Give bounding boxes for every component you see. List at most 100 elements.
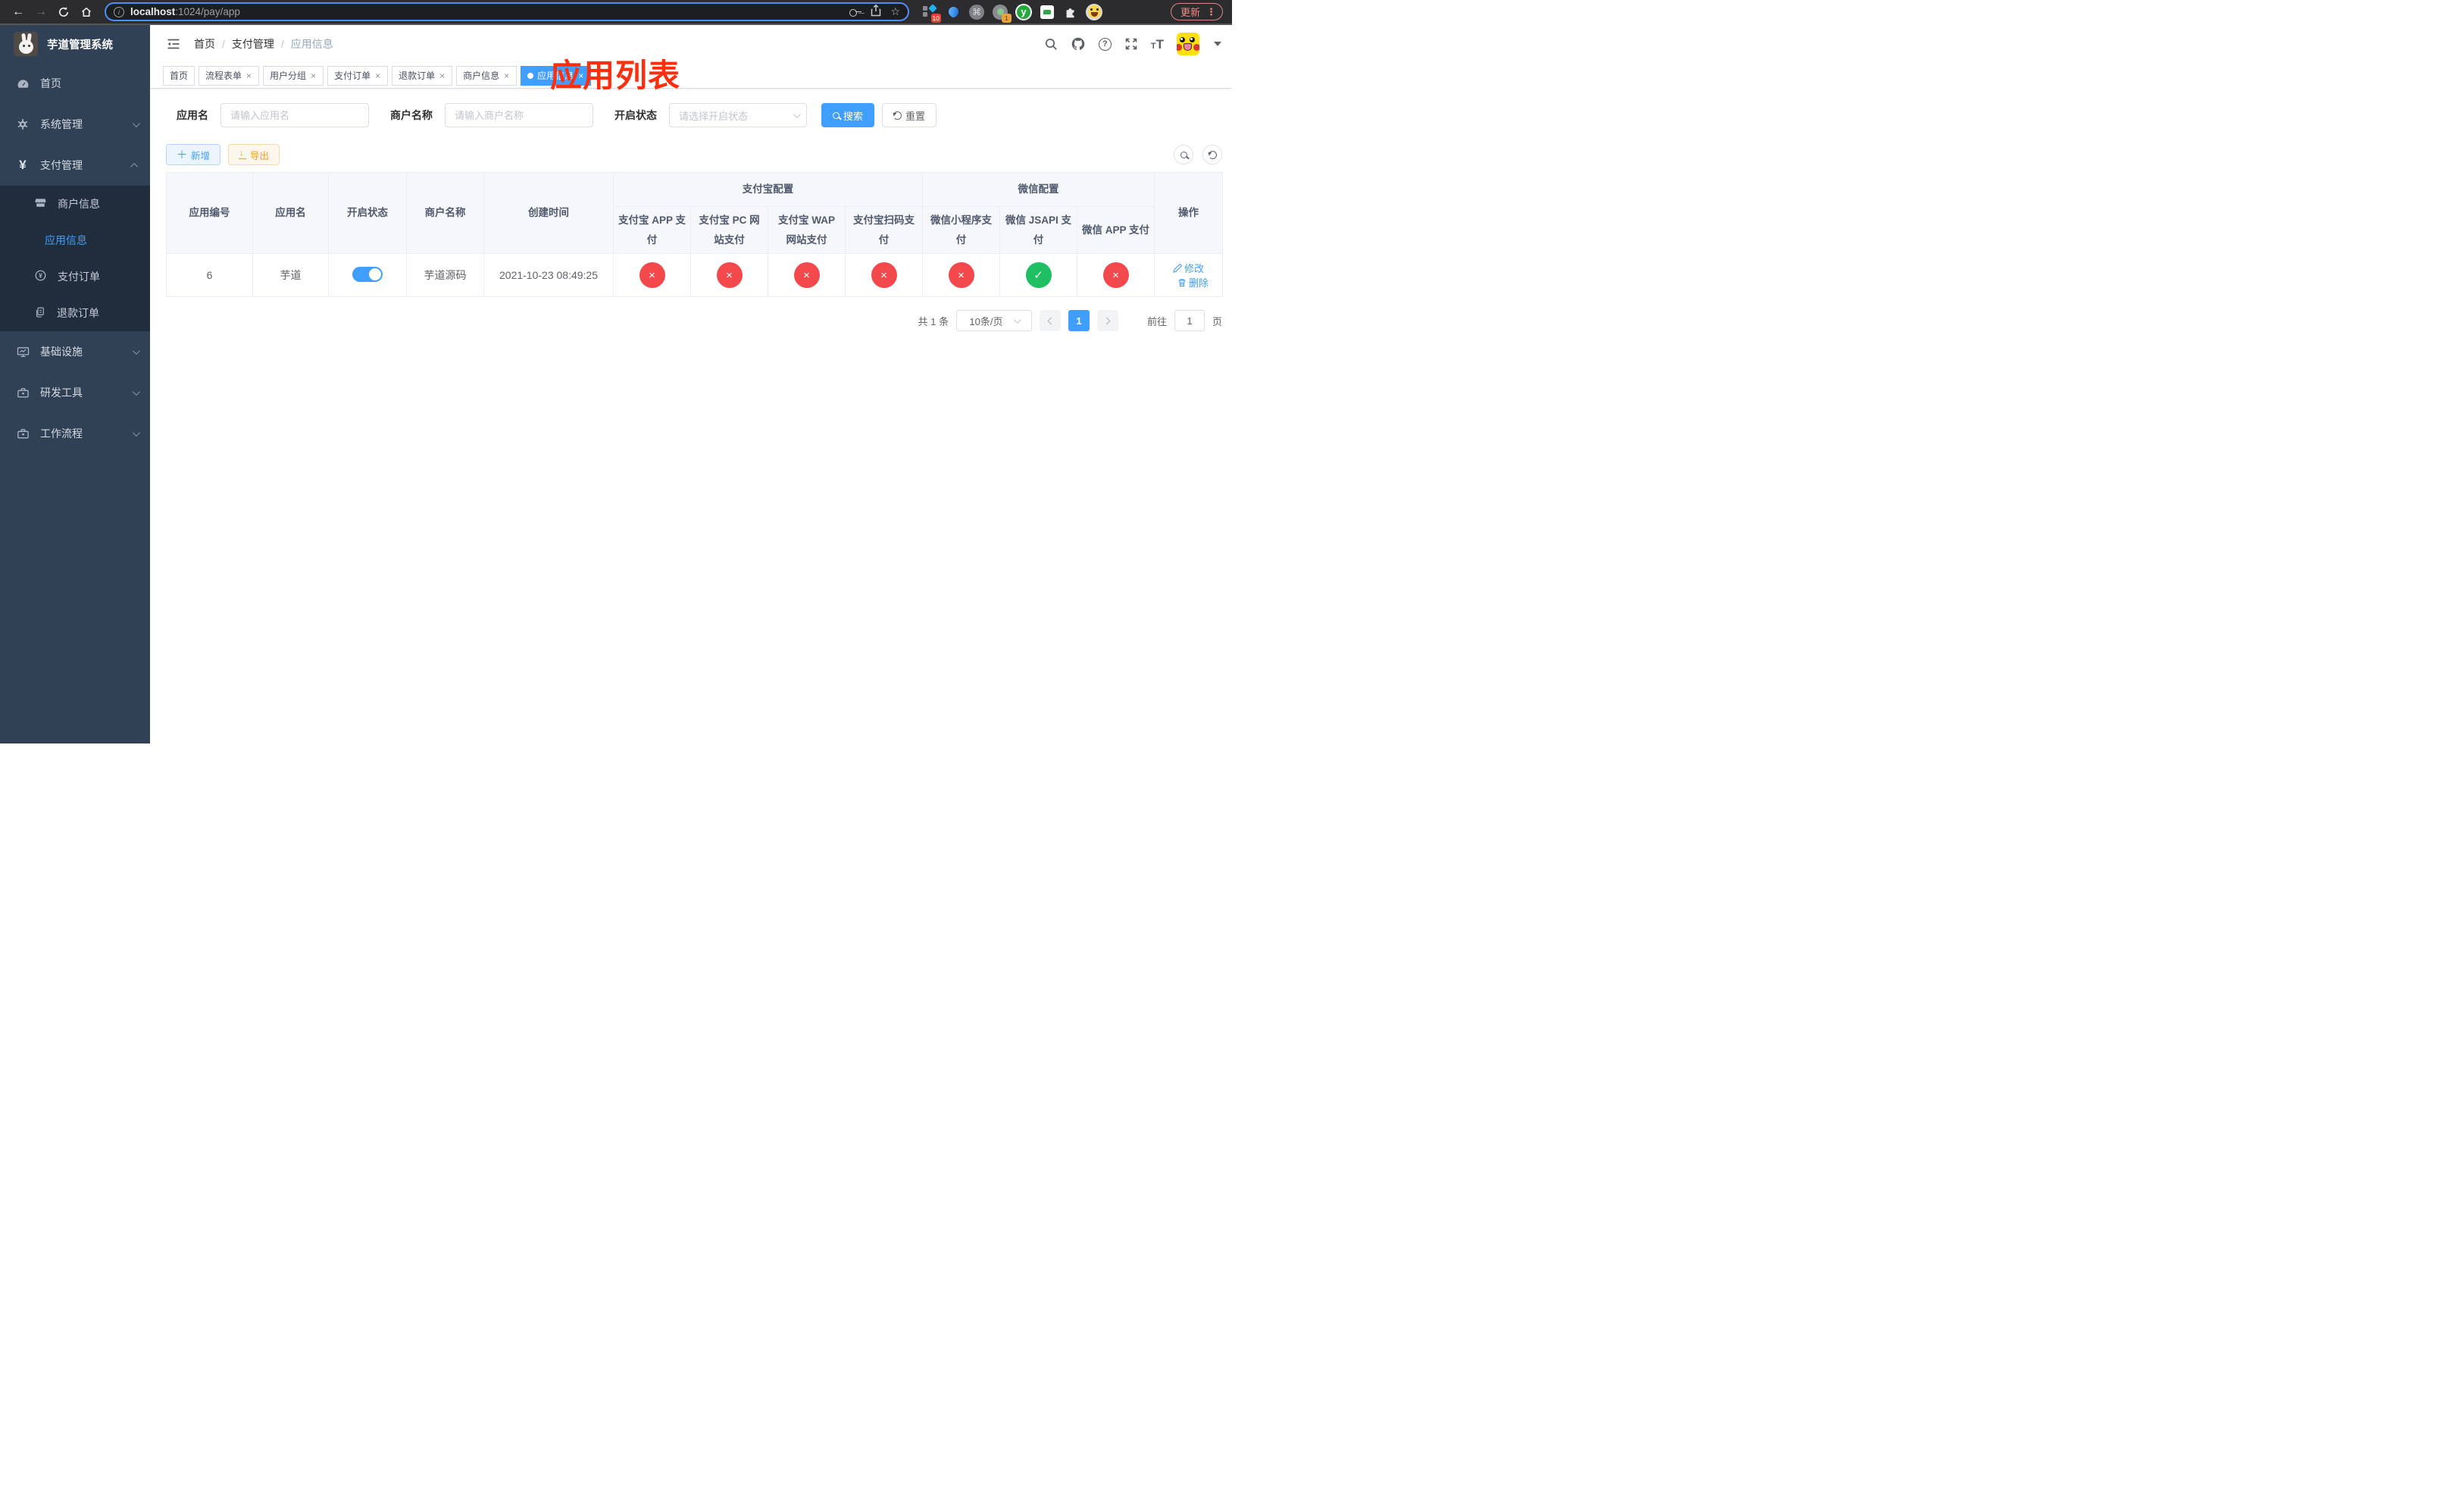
cell-app-name: 芋道 — [252, 253, 329, 297]
pay-status-icon[interactable]: × — [639, 262, 665, 288]
extension-recorder-icon[interactable]: 1 — [992, 4, 1012, 23]
breadcrumb-home[interactable]: 首页 — [194, 36, 215, 52]
back-icon[interactable]: ← — [9, 3, 27, 21]
tab-user-group[interactable]: 用户分组 × — [263, 65, 324, 86]
pay-status-icon[interactable]: × — [871, 262, 897, 288]
extension-badge: 1 — [1002, 13, 1012, 23]
extension-y-icon[interactable]: y — [1015, 3, 1032, 20]
refresh-table-button[interactable] — [1202, 145, 1222, 164]
export-button[interactable]: 导出 — [228, 144, 280, 165]
url-bar[interactable]: i localhost:1024/pay/app ☆ — [105, 2, 909, 21]
user-avatar[interactable] — [1177, 33, 1199, 55]
tab-pay-order[interactable]: 支付订单 × — [327, 65, 389, 86]
sidebar-item-pay[interactable]: ¥ 支付管理 — [0, 145, 150, 186]
home-icon[interactable] — [77, 3, 95, 21]
cell-actions: 修改 删除 — [1154, 253, 1224, 297]
chevron-down-icon — [132, 387, 140, 396]
browser-profile-avatar[interactable] — [1086, 3, 1102, 20]
merchant-name-input[interactable] — [445, 103, 593, 127]
status-select[interactable]: 请选择开启状态 — [669, 103, 807, 127]
breadcrumb-pay[interactable]: 支付管理 — [232, 36, 274, 52]
tab-home[interactable]: 首页 — [163, 65, 195, 86]
reset-button[interactable]: 重置 — [882, 103, 937, 127]
github-icon[interactable] — [1071, 36, 1086, 52]
tags-view: 首页 流程表单 × 用户分组 × 支付订单 × 退款订单 × 商户信息 × 应用信息 × — [150, 63, 1232, 89]
cell-wx-jsapi: ✓ — [999, 253, 1077, 297]
pay-status-icon[interactable]: ✓ — [1025, 262, 1052, 288]
col-actions: 操作 — [1154, 172, 1224, 254]
extension-tampermonkey-icon[interactable]: 10 — [921, 3, 941, 23]
close-icon[interactable]: × — [310, 70, 317, 81]
svg-text:¥: ¥ — [39, 272, 42, 280]
filter-form: 应用名 商户名称 开启状态 请选择开启状态 搜索 — [177, 103, 1222, 127]
col-alipay-qr: 支付宝扫码支付 — [845, 206, 923, 254]
delete-link[interactable]: 删除 — [1177, 275, 1209, 290]
close-icon[interactable]: × — [439, 70, 446, 81]
font-size-icon[interactable]: TT — [1151, 38, 1164, 51]
tab-process-form[interactable]: 流程表单 × — [199, 65, 260, 86]
pay-status-icon[interactable]: × — [1102, 262, 1129, 288]
sidebar-item-refund-order[interactable]: 退款订单 — [0, 295, 150, 331]
logo-avatar — [14, 32, 38, 56]
extension-notes-icon[interactable] — [1039, 4, 1055, 20]
password-key-icon[interactable] — [849, 8, 862, 17]
reload-icon[interactable] — [55, 3, 73, 21]
pay-status-icon[interactable]: × — [793, 262, 820, 288]
app-table: 应用编号 应用名 开启状态 商户名称 创建时间 支付宝配置 微信配置 操作 支付… — [166, 172, 1224, 297]
cell-wx-app: × — [1076, 253, 1155, 297]
edit-link[interactable]: 修改 — [1173, 261, 1204, 275]
sidebar-item-pay-order[interactable]: ¥ 支付订单 — [0, 258, 150, 295]
extensions-puzzle-icon[interactable] — [1062, 4, 1079, 20]
chevron-down-icon — [132, 119, 140, 127]
navbar: 首页 / 支付管理 / 应用信息 ? T T — [150, 25, 1232, 63]
col-created: 创建时间 — [483, 172, 614, 254]
toolbox-icon — [16, 387, 30, 399]
app-logo[interactable]: 芋道管理系统 — [0, 25, 150, 63]
enabled-switch[interactable] — [352, 266, 383, 282]
app-name-input[interactable] — [220, 103, 369, 127]
goto-page-input[interactable] — [1174, 310, 1205, 331]
help-icon[interactable]: ? — [1098, 37, 1112, 51]
forward-icon[interactable]: → — [32, 3, 50, 21]
sidebar-item-workflow[interactable]: 工作流程 — [0, 413, 150, 454]
browser-menu-icon[interactable]: ⋮ — [1206, 6, 1216, 18]
fullscreen-icon[interactable] — [1124, 37, 1138, 51]
shop-icon — [34, 196, 47, 211]
share-icon[interactable] — [871, 4, 881, 19]
tab-refund-order[interactable]: 退款订单 × — [392, 65, 453, 86]
refresh-icon — [1208, 150, 1217, 159]
search-button[interactable]: 搜索 — [821, 103, 875, 127]
next-page-button[interactable] — [1096, 310, 1118, 331]
add-button[interactable]: ＋ 新增 — [166, 144, 221, 165]
pay-status-icon[interactable]: × — [716, 262, 743, 288]
chevron-left-icon — [1047, 317, 1055, 324]
site-info-icon[interactable]: i — [114, 6, 124, 17]
extension-balloon-icon[interactable] — [945, 4, 962, 20]
close-icon[interactable]: × — [374, 70, 381, 81]
pay-status-icon[interactable]: × — [948, 262, 974, 288]
sidebar-item-merchant-info[interactable]: 商户信息 — [0, 186, 150, 222]
browser-update-button[interactable]: 更新 ⋮ — [1170, 3, 1223, 20]
search-icon — [833, 111, 840, 119]
chevron-down-icon — [793, 110, 801, 118]
sidebar-item-infra[interactable]: 基础设施 — [0, 331, 150, 372]
close-icon[interactable]: × — [503, 70, 510, 81]
extension-command-icon[interactable]: ⌘ — [968, 4, 985, 20]
header-search-icon[interactable] — [1044, 37, 1058, 51]
sidebar-item-dev-tools[interactable]: 研发工具 — [0, 372, 150, 413]
tab-merchant-info[interactable]: 商户信息 × — [456, 65, 518, 86]
sidebar-collapse-icon[interactable] — [161, 31, 186, 57]
sidebar-item-system[interactable]: 系统管理 — [0, 104, 150, 145]
avatar-dropdown-caret[interactable] — [1214, 42, 1221, 46]
toggle-search-button[interactable] — [1174, 145, 1193, 164]
breadcrumb-current: 应用信息 — [290, 38, 333, 50]
sidebar-item-home[interactable]: 首页 — [0, 63, 150, 104]
bookmark-star-icon[interactable]: ☆ — [890, 5, 900, 18]
prev-page-button[interactable] — [1039, 310, 1061, 331]
search-icon — [1180, 151, 1187, 158]
page-size-select[interactable]: 10条/页 — [955, 310, 1032, 331]
sidebar-item-app-info[interactable]: 应用信息 — [0, 222, 150, 258]
current-page-button[interactable]: 1 — [1068, 310, 1090, 331]
close-icon[interactable]: × — [245, 70, 252, 81]
cell-merchant: 芋道源码 — [406, 253, 484, 297]
